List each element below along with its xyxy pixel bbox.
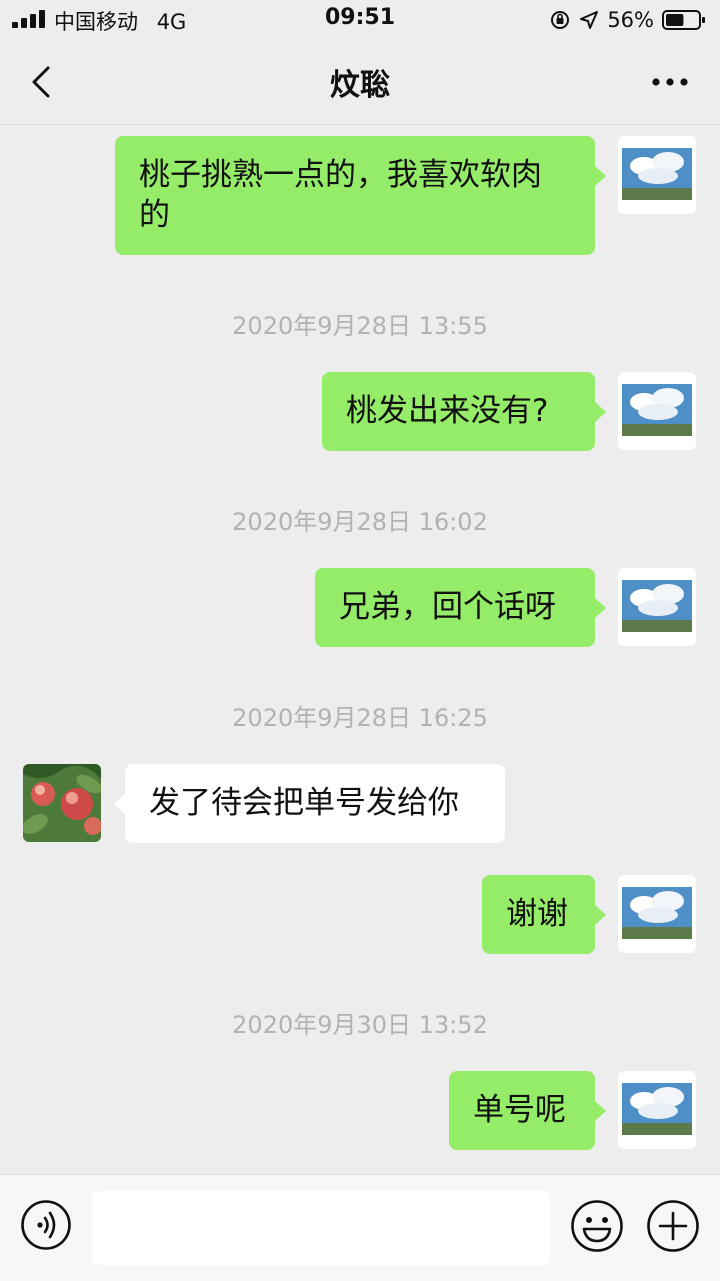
voice-icon[interactable] (20, 1199, 72, 1251)
bubble-tail (595, 402, 606, 422)
my-message-bubble[interactable]: 桃子挑熟一点的，我喜欢软肉的 (115, 136, 595, 255)
orientation-lock-icon (551, 11, 570, 29)
message-text: 桃子挑熟一点的，我喜欢软肉的 (139, 157, 542, 233)
more-icon[interactable] (650, 70, 690, 94)
bubble-tail (114, 794, 125, 814)
my-message-bubble[interactable]: 单号呢 (449, 1071, 595, 1150)
sky-avatar-image (618, 136, 696, 214)
battery-percent: 56% (607, 8, 654, 32)
my-message-bubble[interactable]: 兄弟，回个话呀 (315, 568, 595, 647)
emoji-icon[interactable] (570, 1199, 624, 1253)
message-timestamp: 2020年9月28日 16:25 (232, 704, 488, 732)
peach-avatar-image (23, 764, 101, 842)
status-right: 56% (549, 6, 706, 34)
message-timestamp: 2020年9月28日 16:02 (232, 508, 488, 536)
message-timestamp: 2020年9月28日 13:55 (232, 312, 488, 340)
message-text: 桃发出来没有? (346, 393, 549, 429)
bubble-tail (595, 598, 606, 618)
sky-avatar-image (618, 1071, 696, 1149)
bubble-tail (595, 905, 606, 925)
message-input[interactable] (92, 1191, 550, 1265)
my-avatar[interactable] (618, 568, 696, 646)
message-text: 单号呢 (473, 1092, 566, 1128)
sky-avatar-image (618, 875, 696, 953)
my-avatar[interactable] (618, 136, 696, 214)
chat-header: 炆聡 (0, 40, 720, 125)
my-avatar[interactable] (618, 875, 696, 953)
battery-icon (662, 10, 705, 30)
chat-title: 炆聡 (330, 68, 390, 103)
message-text: 发了待会把单号发给你 (149, 785, 459, 821)
sky-avatar-image (618, 372, 696, 450)
bubble-tail (595, 166, 606, 186)
message-timestamp: 2020年9月30日 13:52 (232, 1011, 488, 1039)
bubble-tail (595, 1101, 606, 1121)
plus-icon[interactable] (646, 1199, 700, 1253)
contact-avatar[interactable] (23, 764, 101, 842)
input-bar (0, 1174, 720, 1281)
my-message-bubble[interactable]: 谢谢 (482, 875, 595, 954)
contact-message-bubble[interactable]: 发了待会把单号发给你 (125, 764, 505, 843)
status-bar: 中国移动 4G 09:51 56% (0, 0, 720, 40)
sky-avatar-image (618, 568, 696, 646)
message-text: 谢谢 (506, 896, 568, 932)
message-text: 兄弟，回个话呀 (339, 589, 556, 625)
my-avatar[interactable] (618, 372, 696, 450)
my-message-bubble[interactable]: 桃发出来没有? (322, 372, 595, 451)
location-icon (580, 11, 599, 29)
my-avatar[interactable] (618, 1071, 696, 1149)
